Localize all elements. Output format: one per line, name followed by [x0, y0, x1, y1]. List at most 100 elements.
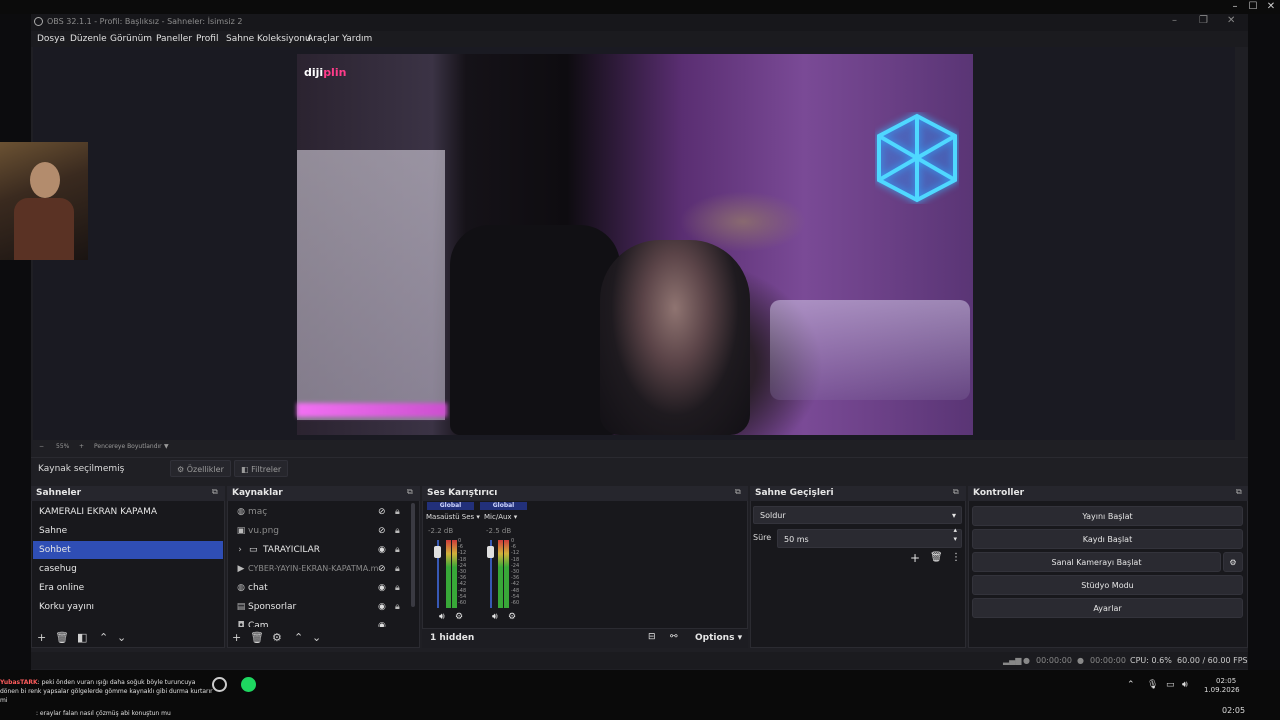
zoom-mode[interactable]: Pencereye Boyutlandır [94, 443, 162, 450]
source-item[interactable]: ▶ CYBER-YAYIN-EKRAN-KAPATMA.m ⊘ 🔒︎ [232, 560, 410, 578]
maximize-icon[interactable]: ☐ [1246, 1, 1260, 13]
avatar-overlay [0, 142, 88, 260]
clock-date[interactable]: 1.09.2026 [1204, 686, 1240, 694]
duration-input[interactable]: 50 ms ▴ ▾ [777, 526, 962, 548]
source-down-icon[interactable]: ⌄ [312, 631, 321, 644]
eye-icon[interactable]: ◉ [378, 579, 386, 597]
mixer-undock-icon[interactable]: ⧉ [735, 487, 741, 497]
source-item[interactable]: ◍ maç ⊘ 🔒︎ [232, 503, 410, 521]
scene-item[interactable]: Sahne [33, 522, 223, 540]
remove-transition-icon[interactable]: 🗑 [930, 552, 943, 563]
add-scene-icon[interactable]: + [37, 631, 46, 644]
scene-item[interactable]: Era online [33, 579, 223, 597]
source-item[interactable]: › ▭ TARAYICILAR ◉ 🔒︎ [232, 541, 410, 559]
lock-icon[interactable]: 🔒︎ [395, 579, 400, 597]
menu-file[interactable]: Dosya [37, 34, 65, 44]
zoom-out-icon[interactable]: − [39, 443, 44, 450]
virtual-camera-settings-icon[interactable]: ⚙ [1223, 552, 1243, 572]
transition-menu-icon[interactable]: ⋮ [951, 552, 961, 563]
source-item[interactable]: ◍ chat ◉ 🔒︎ [232, 579, 410, 597]
scene-item[interactable]: casehug [33, 560, 223, 578]
settings-button[interactable]: Ayarlar [972, 598, 1243, 618]
mixer-dock [422, 486, 748, 648]
spinner-icon[interactable]: ▴ ▾ [953, 526, 957, 544]
source-up-icon[interactable]: ⌃ [294, 631, 303, 644]
close-icon[interactable]: ✕ [1264, 1, 1278, 13]
add-source-icon[interactable]: + [232, 631, 241, 644]
eye-hidden-icon[interactable]: ⊘ [378, 560, 386, 578]
eye-icon[interactable]: ◉ [378, 617, 386, 627]
studio-mode-button[interactable]: Stüdyo Modu [972, 575, 1243, 595]
signal-icon: ▂▄▆ [1003, 656, 1022, 665]
remove-scene-icon[interactable]: 🗑 [55, 631, 69, 644]
window-minimize-icon[interactable]: – [1172, 15, 1177, 26]
remove-source-icon[interactable]: 🗑 [250, 631, 264, 644]
lock-icon[interactable]: 🔒︎ [395, 541, 400, 559]
transitions-undock-icon[interactable]: ⧉ [953, 487, 959, 497]
transition-select[interactable]: Soldur ▾ [753, 506, 962, 524]
channel-name[interactable]: Masaüstü Ses ▾ [426, 513, 480, 521]
menu-tools[interactable]: Araçlar [307, 34, 339, 44]
start-recording-button[interactable]: Kaydı Başlat [972, 529, 1243, 549]
sources-scrollbar[interactable] [411, 503, 415, 607]
chevron-right-icon[interactable]: › [234, 541, 246, 559]
sources-undock-icon[interactable]: ⧉ [407, 487, 413, 497]
network-icon[interactable]: ▭ [1166, 680, 1175, 690]
lock-icon[interactable]: 🔒︎ [395, 522, 400, 540]
eye-icon[interactable]: ◉ [378, 598, 386, 616]
source-item[interactable]: ▤ Sponsorlar ◉ 🔒︎ [232, 598, 410, 616]
tray-chevron-icon[interactable]: ⌃ [1127, 680, 1135, 690]
chat-line: mi [0, 697, 8, 704]
obs-taskbar-icon[interactable] [212, 677, 227, 692]
fader-knob[interactable] [487, 546, 494, 558]
add-transition-icon[interactable]: + [910, 551, 920, 565]
controls-undock-icon[interactable]: ⧉ [1236, 487, 1242, 497]
options-button[interactable]: Options ▾ [695, 633, 742, 643]
speaker-icon[interactable]: 🔊︎ [439, 612, 445, 622]
eye-hidden-icon[interactable]: ⊘ [378, 503, 386, 521]
scene-filters-icon[interactable]: ◧ [77, 631, 87, 644]
window-close-icon[interactable]: ✕ [1227, 15, 1235, 26]
layout-icon[interactable]: ⊟ [648, 632, 656, 642]
source-item[interactable]: ◘ Cam ◉ [232, 617, 410, 627]
filters-button[interactable]: ◧ Filtreler [234, 460, 289, 477]
lock-icon[interactable]: 🔒︎ [395, 598, 400, 616]
stream-status-icon: ● [1023, 656, 1030, 665]
minimize-icon[interactable]: – [1228, 1, 1242, 13]
lock-icon[interactable]: 🔒︎ [395, 560, 400, 578]
window-restore-icon[interactable]: ❐ [1199, 15, 1208, 26]
spotify-icon[interactable] [241, 677, 256, 692]
eye-icon[interactable]: ◉ [378, 541, 386, 559]
start-streaming-button[interactable]: Yayını Başlat [972, 506, 1243, 526]
eye-hidden-icon[interactable]: ⊘ [378, 522, 386, 540]
channel-config-icon[interactable]: ⚙ [455, 612, 463, 622]
channel-name[interactable]: Mic/Aux ▾ [484, 513, 517, 521]
volume-icon[interactable]: 🔊︎ [1182, 680, 1188, 690]
zoom-dropdown-icon[interactable]: ▼ [164, 443, 169, 450]
source-properties-icon[interactable]: ⚙ [272, 631, 282, 644]
lock-icon[interactable]: 🔒︎ [395, 503, 400, 521]
scene-item-selected[interactable]: Sohbet [33, 541, 223, 559]
menu-profile[interactable]: Profil [196, 34, 218, 44]
menu-scene-collection[interactable]: Sahne Koleksiyonu [226, 34, 311, 44]
link-icon[interactable]: ⚯ [670, 632, 678, 642]
scenes-undock-icon[interactable]: ⧉ [212, 487, 218, 497]
scene-item[interactable]: KAMERALI EKRAN KAPAMA [33, 503, 223, 521]
source-item[interactable]: ▣ vu.png ⊘ 🔒︎ [232, 522, 410, 540]
channel-config-icon[interactable]: ⚙ [508, 612, 516, 622]
speaker-icon[interactable]: 🔊︎ [492, 612, 498, 622]
scene-item[interactable]: Korku yayını [33, 598, 223, 616]
menu-help[interactable]: Yardım [342, 34, 372, 44]
microphone-icon[interactable]: 🎙︎ [1147, 680, 1158, 690]
move-down-icon[interactable]: ⌄ [117, 631, 126, 644]
menu-view[interactable]: Görünüm [110, 34, 152, 44]
properties-button[interactable]: ⚙ Özellikler [170, 460, 231, 477]
hidden-count[interactable]: 1 hidden [430, 633, 474, 643]
zoom-in-icon[interactable]: + [79, 443, 84, 450]
move-up-icon[interactable]: ⌃ [99, 631, 108, 644]
start-virtual-camera-button[interactable]: Sanal Kamerayı Başlat [972, 552, 1221, 572]
clock-time[interactable]: 02:05 [1216, 677, 1236, 685]
menu-docks[interactable]: Paneller [156, 34, 192, 44]
menu-edit[interactable]: Düzenle [70, 34, 107, 44]
fader-knob[interactable] [434, 546, 441, 558]
